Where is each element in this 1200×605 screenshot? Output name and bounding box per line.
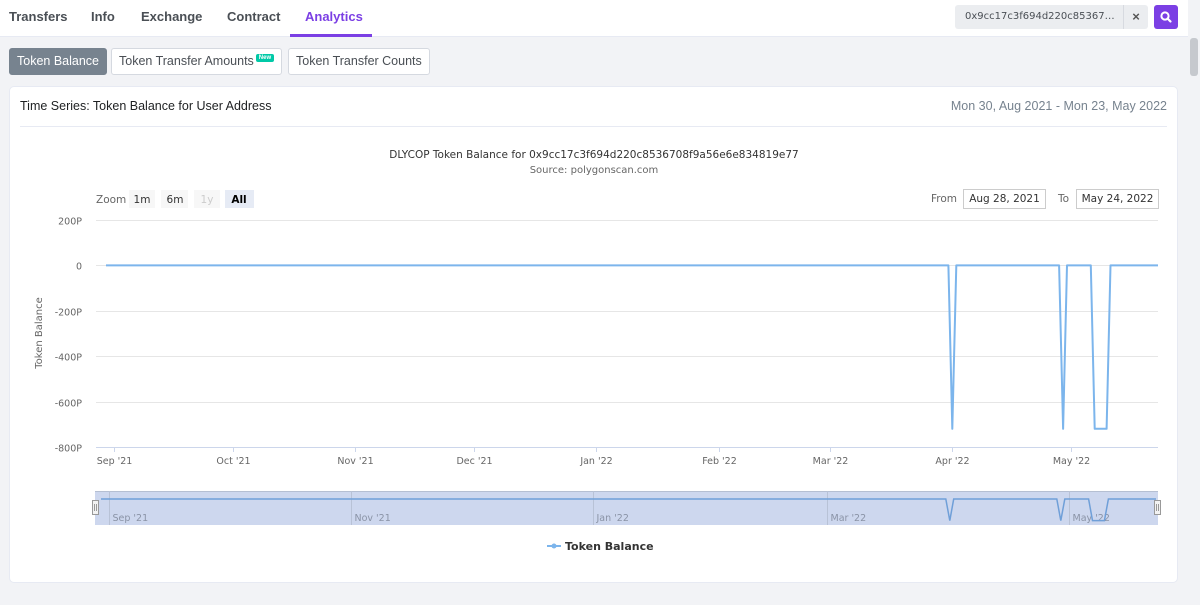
x-tick-label: Feb '22: [702, 456, 737, 467]
navigator-tick-label: Sep '21: [113, 513, 149, 524]
chart-title: DLYCOP Token Balance for 0x9cc17c3f694d2…: [389, 149, 798, 161]
y-tick-label: -800P: [55, 444, 83, 455]
legend-item-token-balance[interactable]: Token Balance: [547, 540, 654, 553]
navigator-right-handle[interactable]: [1154, 500, 1161, 515]
to-date-value: May 24, 2022: [1082, 193, 1154, 205]
zoom-1m-label: 1m: [134, 194, 151, 206]
zoom-all-label: All: [231, 194, 246, 206]
navigator-tick-label: Nov '21: [355, 513, 391, 524]
x-tick-label: Oct '21: [216, 456, 250, 467]
x-tick-label: May '22: [1053, 456, 1090, 467]
zoom-1y-label: 1y: [201, 194, 214, 206]
legend-marker-icon: [551, 543, 557, 549]
page-scrollbar[interactable]: [1188, 0, 1200, 605]
zoom-button-all[interactable]: All: [225, 190, 254, 208]
token-balance-chart: DLYCOP Token Balance for 0x9cc17c3f694d2…: [34, 149, 1161, 553]
navigator-tick-label: Jan '22: [596, 513, 629, 524]
legend-label: Token Balance: [565, 540, 654, 553]
navigator-tick-label: Mar '22: [831, 513, 867, 524]
zoom-button-6m[interactable]: 6m: [161, 190, 188, 208]
from-date-input[interactable]: Aug 28, 2021: [963, 189, 1046, 209]
y-tick-label: -600P: [55, 399, 83, 410]
x-tick-label: Apr '22: [935, 456, 969, 467]
series-line-token-balance[interactable]: [106, 264, 1158, 430]
y-tick-label: -200P: [55, 308, 83, 319]
navigator[interactable]: Sep '21 Nov '21 Jan '22 Mar '22 May '22: [92, 491, 1161, 525]
x-tick-label: Sep '21: [97, 456, 133, 467]
zoom-label: Zoom: [96, 194, 126, 206]
y-axis-title: Token Balance: [34, 297, 45, 370]
navigator-left-handle[interactable]: [92, 500, 99, 515]
x-tick-label: Mar '22: [813, 456, 849, 467]
zoom-button-1y[interactable]: 1y: [194, 190, 220, 208]
page-scrollbar-thumb[interactable]: [1190, 38, 1198, 76]
from-date-value: Aug 28, 2021: [969, 193, 1040, 205]
y-tick-label: -400P: [55, 353, 83, 364]
from-label: From: [931, 193, 957, 205]
x-tick-label: Dec '21: [456, 456, 492, 467]
y-tick-label: 0: [76, 262, 82, 273]
y-tick-label: 200P: [58, 217, 82, 228]
x-tick-label: Nov '21: [337, 456, 373, 467]
zoom-6m-label: 6m: [167, 194, 184, 206]
to-date-input[interactable]: May 24, 2022: [1076, 189, 1159, 209]
chart-subtitle: Source: polygonscan.com: [530, 165, 659, 176]
to-label: To: [1057, 193, 1069, 205]
x-tick-label: Jan '22: [579, 456, 612, 467]
zoom-button-1m[interactable]: 1m: [129, 190, 155, 208]
